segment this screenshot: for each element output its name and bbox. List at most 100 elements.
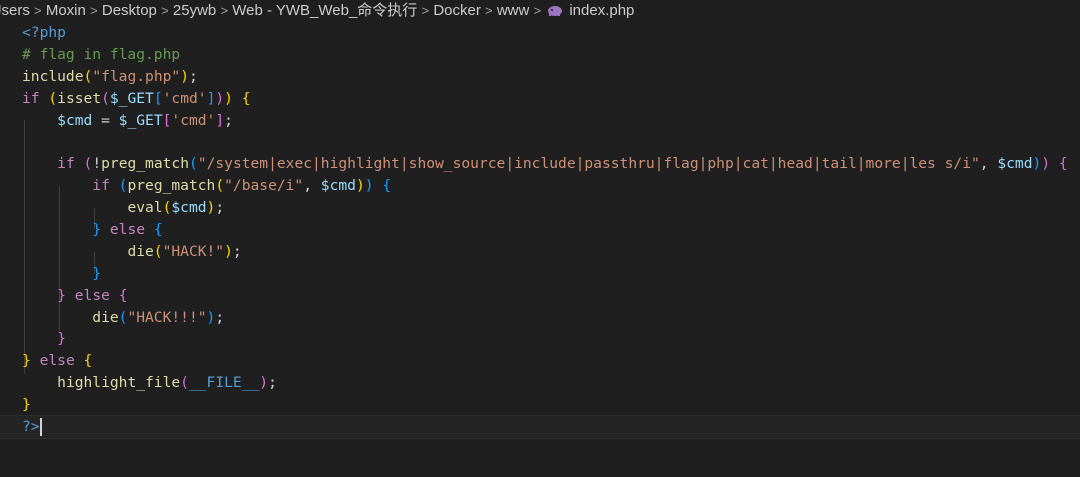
breadcrumb-item[interactable]: Jsers xyxy=(0,0,30,22)
code-editor[interactable]: <?php # flag in flag.php include("flag.php… xyxy=(0,22,1080,477)
code-line[interactable]: ?> xyxy=(0,415,1080,439)
chevron-right-icon: > xyxy=(485,3,493,18)
code-token: $cmd xyxy=(57,111,93,129)
code-token: $cmd xyxy=(997,155,1033,173)
chevron-right-icon: > xyxy=(90,3,98,18)
chevron-right-icon: > xyxy=(220,3,229,18)
code-line[interactable]: if (!preg_match("/system|exec|highlight|… xyxy=(22,153,1080,175)
code-line[interactable]: } xyxy=(22,328,1080,350)
code-token: $_GET xyxy=(109,89,154,107)
breadcrumb-item[interactable]: www xyxy=(497,0,530,22)
code-token: ( xyxy=(101,89,110,107)
code-token: die xyxy=(127,242,154,260)
code-token: ; xyxy=(232,242,242,260)
php-elephant-icon xyxy=(548,6,563,16)
code-token: $cmd xyxy=(171,199,207,217)
text-cursor xyxy=(39,418,42,437)
code-token: else xyxy=(74,286,110,304)
code-token: { xyxy=(118,286,128,304)
code-token: } xyxy=(57,330,66,348)
code-line[interactable]: highlight_file(__FILE__); xyxy=(22,372,1080,394)
code-token: , xyxy=(979,155,998,173)
breadcrumb-file[interactable]: index.php xyxy=(569,0,634,22)
code-token: if xyxy=(57,155,75,173)
code-token: } xyxy=(57,286,66,304)
code-line[interactable]: } else { xyxy=(22,285,1080,307)
code-token: ) xyxy=(180,67,189,85)
code-token: "/system|exec|highlight|show_source|incl… xyxy=(197,155,980,173)
code-line[interactable] xyxy=(22,131,1080,153)
code-token: "HACK!" xyxy=(162,242,225,260)
breadcrumb-item[interactable]: Moxin xyxy=(46,0,86,22)
code-token: 'cmd' xyxy=(171,111,216,129)
code-token: ) xyxy=(1041,155,1051,173)
code-token: { xyxy=(241,89,251,107)
code-token: ( xyxy=(48,89,58,107)
code-line[interactable]: } xyxy=(22,263,1080,285)
code-token: # flag in flag.php xyxy=(22,45,181,63)
code-token: ; xyxy=(215,308,225,326)
code-line[interactable]: if (preg_match("/base/i", $cmd)) { xyxy=(22,175,1080,197)
code-line[interactable]: <?php xyxy=(22,22,1080,44)
code-token: preg_match xyxy=(101,155,189,173)
code-token: , xyxy=(303,177,321,195)
code-token: } xyxy=(22,352,31,370)
code-token: ; xyxy=(224,111,233,129)
code-token: { xyxy=(1058,155,1068,173)
code-token: "flag.php" xyxy=(92,67,181,85)
code-line[interactable]: } else { xyxy=(22,219,1080,241)
code-token: $_GET xyxy=(118,111,163,129)
code-token: die xyxy=(92,308,119,326)
code-token: ] xyxy=(215,111,225,129)
code-line[interactable]: die("HACK!!!"); xyxy=(22,307,1080,329)
code-line[interactable]: if (isset($_GET['cmd'])) { xyxy=(22,88,1080,110)
code-line[interactable]: # flag in flag.php xyxy=(22,44,1080,66)
breadcrumb-item[interactable]: Desktop xyxy=(102,0,157,22)
code-token: ( xyxy=(83,155,93,173)
code-token: ( xyxy=(189,155,198,173)
code-token: } xyxy=(92,264,102,282)
code-token: ( xyxy=(180,374,189,392)
code-token: ; xyxy=(188,67,198,85)
code-token: "HACK!!!" xyxy=(127,308,207,326)
code-token: { xyxy=(153,221,163,239)
code-line[interactable]: eval($cmd); xyxy=(22,197,1080,219)
code-token: ) xyxy=(224,242,233,260)
code-token: ; xyxy=(215,199,225,217)
code-token: preg_match xyxy=(127,177,216,195)
code-token: $cmd xyxy=(320,177,356,195)
breadcrumb: Jsers>Moxin>Desktop>25ywb>Web - YWB_Web_… xyxy=(0,0,1074,22)
code-content[interactable]: <?php # flag in flag.php include("flag.php… xyxy=(0,22,1080,439)
code-token: = xyxy=(92,111,119,129)
breadcrumb-item[interactable]: 25ywb xyxy=(173,0,216,22)
code-token: 'cmd' xyxy=(162,89,207,107)
code-token: ) xyxy=(206,308,216,326)
code-line[interactable]: } else { xyxy=(22,350,1080,372)
chevron-right-icon: > xyxy=(421,3,430,18)
code-line[interactable]: die("HACK!"); xyxy=(22,241,1080,263)
code-token: ?> xyxy=(22,418,40,436)
code-token: <?php xyxy=(22,24,66,41)
code-line[interactable]: include("flag.php"); xyxy=(22,66,1080,88)
breadcrumb-item[interactable]: Web - YWB_Web_命令执行 xyxy=(232,0,417,22)
code-token: { xyxy=(83,352,93,370)
code-token: else xyxy=(39,352,75,370)
code-token: "/base/i" xyxy=(224,177,304,195)
code-line[interactable]: } xyxy=(22,394,1080,416)
breadcrumb-item[interactable]: Docker xyxy=(433,0,481,22)
code-line[interactable]: $cmd = $_GET['cmd']; xyxy=(22,110,1080,132)
